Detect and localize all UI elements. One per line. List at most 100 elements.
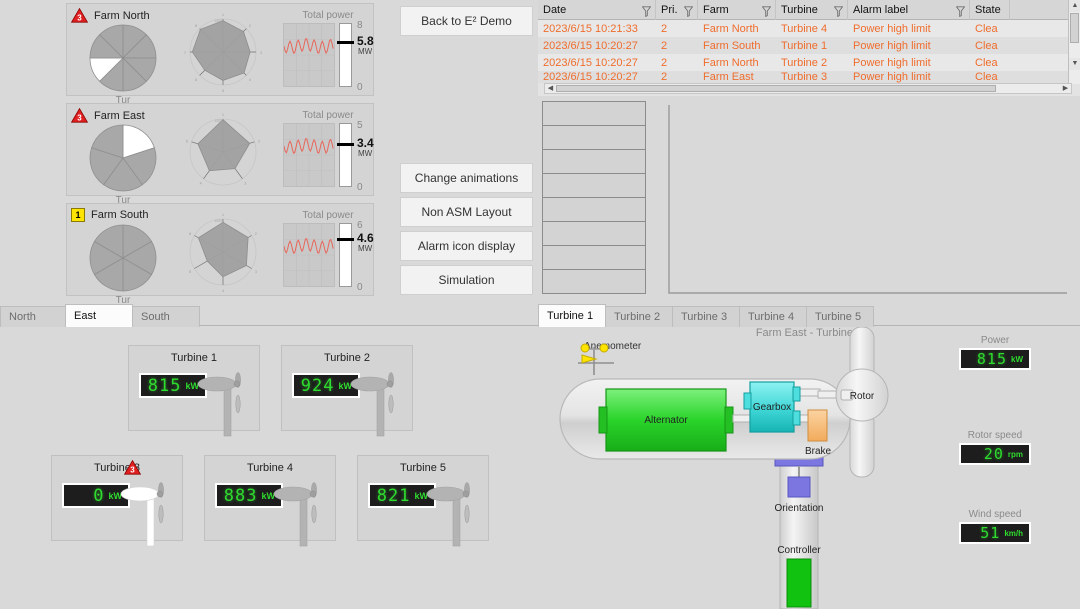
- total-power-max-label: 8: [357, 20, 363, 31]
- alarm-column-header-date[interactable]: Date: [538, 0, 656, 20]
- farm-name-label: Farm South: [91, 209, 149, 221]
- legend-list[interactable]: [542, 101, 646, 294]
- farm-panel-farm-east[interactable]: 3 Farm East Tur 1 2 3 4 5 1000 500 Total power 5 0 3.…: [66, 103, 374, 206]
- list-item[interactable]: [542, 149, 646, 174]
- pie-wrapper: Tur: [83, 222, 163, 306]
- table-cell: 2: [661, 39, 668, 52]
- column-label: Turbine: [781, 3, 818, 16]
- table-cell: Power high limit: [853, 56, 931, 69]
- list-item[interactable]: [542, 125, 646, 150]
- scroll-left-icon[interactable]: ◀: [546, 84, 555, 93]
- alarm-table[interactable]: Date Pri. Farm Turbine Alarm label State 2023…: [538, 0, 1080, 96]
- farm-turbine-status-pie: [89, 124, 157, 192]
- gauge-unit: km/h: [1004, 528, 1023, 538]
- alarm-triangle-icon: 3: [71, 108, 88, 123]
- scroll-up-icon[interactable]: ▲: [1069, 0, 1080, 12]
- simulation-button[interactable]: Simulation: [400, 265, 533, 295]
- list-item[interactable]: [542, 173, 646, 198]
- turbine-card-1[interactable]: Turbine 1 815 kW: [128, 345, 260, 437]
- turbine-card-4[interactable]: Turbine 4 883 kW: [204, 455, 336, 547]
- list-item[interactable]: [542, 245, 646, 270]
- turbine-card-5[interactable]: Turbine 5 821 kW: [357, 455, 489, 547]
- farm-radar-chart: 1 2 3 4 5 1000 500: [186, 113, 260, 186]
- gauge-unit: rpm: [1007, 449, 1023, 459]
- total-power-min-label: 0: [357, 82, 363, 93]
- alarm-badge-square: 1: [71, 208, 85, 222]
- table-cell: Clea: [975, 56, 998, 69]
- filter-funnel-icon[interactable]: [683, 4, 694, 20]
- total-power-marker: [337, 238, 354, 241]
- filter-funnel-icon[interactable]: [955, 4, 966, 20]
- table-cell: Turbine 4: [781, 22, 828, 35]
- turbine-power-value: 883: [223, 485, 258, 506]
- radar-wrapper: 1 2 3 4 5 6 7 8 1000 500: [177, 8, 269, 99]
- total-power-value: 3.4: [357, 136, 374, 151]
- table-cell: 2023/6/15 10:21:33: [543, 22, 638, 35]
- turbine-card-3[interactable]: Turbine 3 3 0 kW: [51, 455, 183, 547]
- scroll-right-icon[interactable]: ▶: [1061, 84, 1070, 93]
- farm-panel-farm-north[interactable]: 3 Farm North Tur 1 2 3 4 5 6 7 8 1000 500 Total power…: [66, 3, 374, 106]
- list-item[interactable]: [542, 221, 646, 246]
- turbine-card-grid: Turbine 1 815 kW Turbine 2 924 kW Turbine 330k…: [0, 327, 538, 609]
- turbine-icon: [197, 372, 241, 437]
- table-row[interactable]: 2023/6/15 10:20:27 2 Farm South Turbine 1 Po…: [538, 37, 1080, 54]
- table-row[interactable]: 2023/6/15 10:20:27 2 Farm North Turbine 2 Po…: [538, 54, 1080, 71]
- gauge-value: 815: [976, 350, 1007, 368]
- alarm-icon-display-button[interactable]: Alarm icon display: [400, 231, 533, 261]
- tab-farm-east[interactable]: East: [65, 304, 133, 327]
- alarm-column-header-farm[interactable]: Farm: [698, 0, 776, 20]
- farm-panel-farm-south[interactable]: 1 Farm South Tur 1 2 3 4 5 6 1000 500 Total power 6 0…: [66, 203, 374, 306]
- turbine-card-2[interactable]: Turbine 2 924 kW: [281, 345, 413, 437]
- filter-funnel-icon[interactable]: [641, 4, 652, 20]
- svg-text:2: 2: [255, 232, 257, 236]
- tab-turbine-2[interactable]: Turbine 2: [605, 306, 673, 327]
- svg-text:500: 500: [216, 136, 222, 140]
- alarm-table-horizontal-scrollbar[interactable]: ◀ ▶: [544, 83, 1072, 94]
- column-label: Alarm label: [853, 3, 909, 16]
- turbine-tab-bar[interactable]: Turbine 1 Turbine 2 Turbine 3 Turbine 4 Turb…: [538, 303, 1080, 327]
- svg-text:500: 500: [216, 36, 222, 40]
- table-row[interactable]: 2023/6/15 10:21:33 2 Farm North Turbine 4 Po…: [538, 20, 1080, 37]
- tab-farm-north[interactable]: North: [0, 306, 66, 327]
- alarm-table-body[interactable]: 2023/6/15 10:21:33 2 Farm North Turbine 4 Po…: [538, 20, 1080, 83]
- table-cell: Turbine 2: [781, 56, 828, 69]
- table-cell: 2023/6/15 10:20:27: [543, 56, 638, 69]
- filter-funnel-icon[interactable]: [761, 4, 772, 20]
- list-item[interactable]: [542, 197, 646, 222]
- table-row[interactable]: 2023/6/15 10:20:27 2 Farm East Turbine 3 Pow…: [538, 71, 1080, 83]
- alarm-column-header-state[interactable]: State: [970, 0, 1010, 20]
- alarm-column-header-turbine[interactable]: Turbine: [776, 0, 848, 20]
- svg-text:2: 2: [258, 139, 260, 143]
- horizontal-scroll-thumb[interactable]: [556, 85, 996, 92]
- vertical-scroll-thumb[interactable]: [1070, 13, 1079, 43]
- tab-turbine-4[interactable]: Turbine 4: [739, 306, 807, 327]
- total-power-sparkline: [283, 124, 334, 186]
- change-animations-button[interactable]: Change animations: [400, 163, 533, 193]
- total-power-unit: MW: [358, 149, 373, 159]
- table-cell: Farm North: [703, 56, 759, 69]
- svg-text:3: 3: [77, 13, 82, 22]
- tab-turbine-5[interactable]: Turbine 5: [806, 306, 874, 327]
- alarm-column-header-alarmlabel[interactable]: Alarm label: [848, 0, 970, 20]
- tab-farm-south[interactable]: South: [132, 306, 200, 327]
- filter-funnel-icon[interactable]: [833, 4, 844, 20]
- farm-tab-bar[interactable]: North East South: [0, 303, 538, 327]
- total-power-min-label: 0: [357, 282, 363, 293]
- alarm-column-header-pri[interactable]: Pri.: [656, 0, 698, 20]
- tab-turbine-1[interactable]: Turbine 1: [538, 304, 606, 327]
- back-to-demo-button[interactable]: Back to E² Demo: [400, 6, 533, 36]
- list-item[interactable]: [542, 269, 646, 294]
- scroll-down-icon[interactable]: ▼: [1069, 58, 1080, 70]
- non-asm-layout-button[interactable]: Non ASM Layout: [400, 197, 533, 227]
- total-power-bar: [339, 223, 352, 287]
- empty-trend-chart: [668, 105, 1067, 294]
- controller-label: Controller: [777, 545, 821, 556]
- tab-turbine-3[interactable]: Turbine 3: [672, 306, 740, 327]
- table-cell: Turbine 3: [781, 71, 828, 83]
- svg-text:1000: 1000: [214, 19, 222, 23]
- alarm-table-vertical-scrollbar[interactable]: ▲ ▼: [1068, 0, 1080, 84]
- svg-text:4: 4: [249, 78, 251, 82]
- gauge-wind-speed: Wind speed 51 km/h: [959, 509, 1031, 544]
- gauge-value: 20: [983, 445, 1004, 463]
- list-item[interactable]: [542, 101, 646, 126]
